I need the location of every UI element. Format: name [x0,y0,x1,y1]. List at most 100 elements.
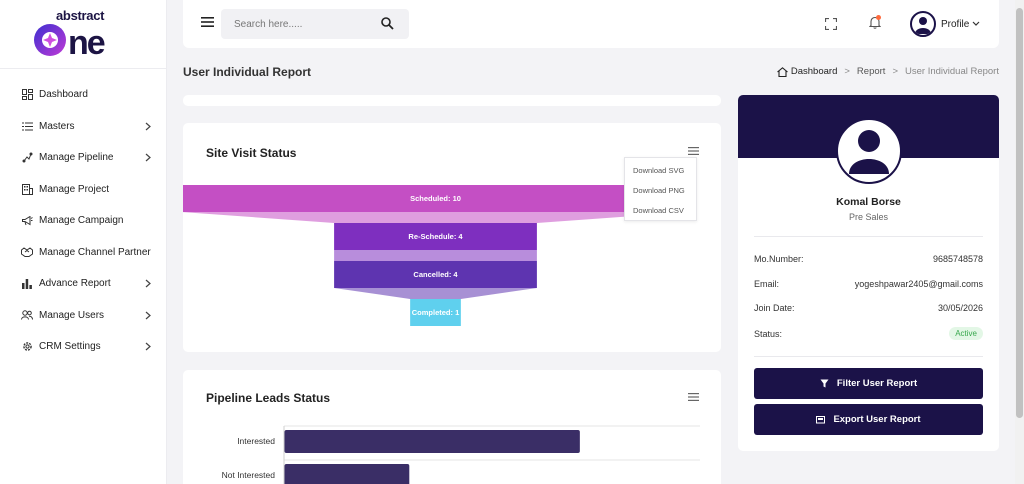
previous-card-edge [183,95,721,106]
sidebar-item-crm-settings[interactable]: CRM Settings [0,331,167,363]
chart-export-menu: Download SVG Download PNG Download CSV [624,157,697,221]
list-icon [21,120,33,132]
site-visit-card: Site Visit Status Scheduled: 10 Re-Schedu… [183,123,721,352]
home-icon [777,66,788,77]
join-date-value: 30/05/2026 [937,303,983,313]
funnel-data-label: Scheduled: 10 [410,193,461,203]
breadcrumb-current: User Individual Report [905,66,999,77]
divider [754,236,983,237]
mobile-row: Mo.Number: 9685748578 [754,254,983,264]
sidebar-divider [0,68,167,69]
funnel-connector [183,212,689,223]
sidebar: abstract ne Dashboard Masters Manage Pip… [0,0,167,484]
chevron-right-icon [145,122,151,130]
sidebar-item-label: Masters [39,120,75,132]
search-icon[interactable] [381,17,394,30]
chevron-right-icon [145,279,151,288]
gear-icon [21,341,33,353]
breadcrumb: Dashboard > Report > User Individual Rep… [777,66,999,77]
status-row: Status: Active [754,327,983,340]
download-csv-option[interactable]: Download CSV [625,204,696,224]
svg-text:ne: ne [68,24,105,60]
sidebar-item-advance-report[interactable]: Advance Report [0,268,167,300]
breadcrumb-home-label: Dashboard [790,66,838,77]
export-icon [816,415,826,424]
sidebar-item-dashboard[interactable]: Dashboard [0,79,167,111]
sidebar-item-label: Manage Pipeline [39,152,114,164]
profile-avatar [836,118,902,184]
hamburger-menu-icon[interactable] [201,17,214,27]
funnel-data-label: Cancelled: 4 [413,269,458,279]
users-icon [21,309,33,321]
breadcrumb-separator: > [892,66,898,77]
topbar: Profile [183,0,999,48]
bar-interested[interactable] [284,430,580,453]
funnel-connector [334,288,537,299]
sidebar-item-manage-pipeline[interactable]: Manage Pipeline [0,142,167,174]
sidebar-item-manage-users[interactable]: Manage Users [0,300,167,332]
profile-menu[interactable]: Profile [910,11,980,37]
building-icon [21,183,33,195]
status-badge: Active [949,327,983,340]
sidebar-item-label: Manage Campaign [39,215,124,227]
notification-bell[interactable] [868,15,882,34]
funnel-data-label: Re-Schedule: 4 [408,231,463,241]
filter-button-label: Filter User Report [836,378,918,389]
chevron-down-icon [972,21,980,26]
category-tick-label: Interested [237,436,275,446]
funnel-connector [334,250,537,261]
mobile-value: 9685748578 [932,254,983,264]
breadcrumb-report[interactable]: Report [857,66,886,77]
sidebar-item-manage-channel-partner[interactable]: Manage Channel Partner [0,237,167,269]
export-button-label: Export User Report [833,414,921,425]
user-profile-panel: Komal Borse Pre Sales Mo.Number: 9685748… [738,95,999,451]
funnel-data-label: Completed: 1 [411,307,460,317]
chevron-right-icon [145,153,151,162]
email-label: Email: [754,279,780,289]
pipeline-bar-chart: Interested Not Interested [222,425,700,484]
sidebar-item-label: CRM Settings [39,341,101,353]
avatar [910,11,936,37]
page-title: User Individual Report [183,65,312,79]
breadcrumb-home[interactable]: Dashboard [777,66,837,77]
megaphone-icon [21,215,33,227]
profile-label: Profile [941,18,970,30]
user-name: Komal Borse [836,196,901,208]
join-date-row: Join Date: 30/05/2026 [754,303,983,313]
user-icon [849,130,889,174]
join-date-label: Join Date: [754,303,795,313]
pipeline-card: Pipeline Leads Status Interested Not Inte… [183,370,721,484]
filter-icon [820,379,829,388]
page-scrollbar[interactable] [1015,0,1024,484]
sidebar-item-manage-campaign[interactable]: Manage Campaign [0,205,167,237]
sidebar-item-manage-project[interactable]: Manage Project [0,174,167,206]
breadcrumb-separator: > [844,66,850,77]
scrollbar-thumb[interactable] [1016,8,1023,418]
sidebar-item-label: Manage Project [39,183,110,195]
user-icon [915,17,931,34]
pipeline-icon [21,152,33,164]
divider [754,356,983,357]
notification-dot [876,15,881,20]
handshake-icon [21,246,33,258]
dashboard-icon [21,89,33,101]
email-value: yogeshpawar2405@gmail.coms [854,279,983,289]
sidebar-item-masters[interactable]: Masters [0,111,167,143]
export-user-report-button[interactable]: Export User Report [754,404,983,435]
sidebar-item-label: Manage Channel Partner [39,246,151,258]
download-svg-option[interactable]: Download SVG [625,164,696,184]
search-input[interactable] [221,9,371,39]
email-row: Email: yogeshpawar2405@gmail.coms [754,279,983,289]
status-label: Status: [754,328,783,339]
category-tick-label: Not Interested [222,470,276,480]
filter-user-report-button[interactable]: Filter User Report [754,368,983,399]
bar-not-interested[interactable] [284,464,410,484]
sidebar-item-label: Advance Report [39,278,111,290]
download-png-option[interactable]: Download PNG [625,184,696,204]
mobile-label: Mo.Number: [754,254,804,264]
sidebar-item-label: Dashboard [39,89,88,101]
chevron-right-icon [145,311,151,319]
fullscreen-icon[interactable] [825,18,837,30]
app-logo[interactable]: abstract ne [30,8,136,60]
sidebar-item-label: Manage Users [39,309,105,321]
